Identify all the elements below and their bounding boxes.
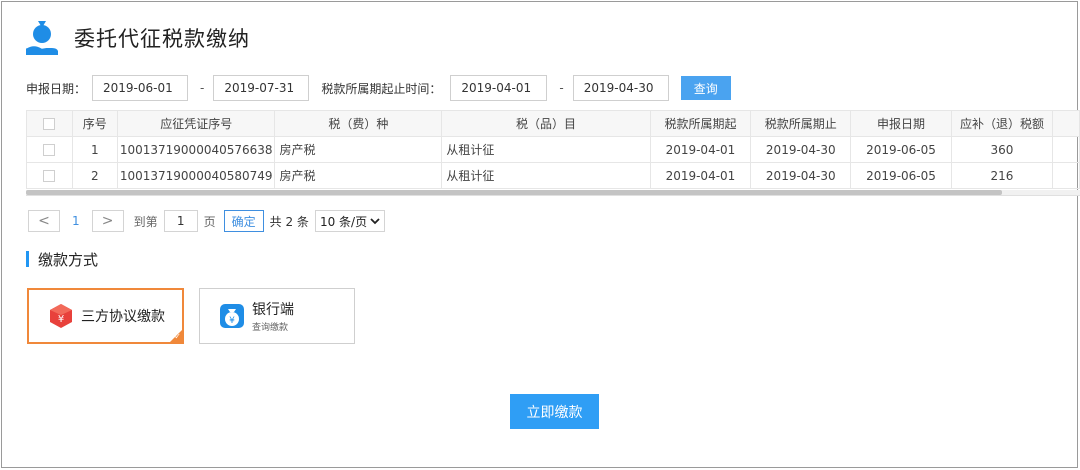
period-to-input[interactable]: 2019-04-30 [572,75,669,101]
page-size-value: 10 条/页 [319,214,368,229]
bank-option-text: 银行端 查询缴款 [252,299,294,333]
cell-tax-type: 房产税 [274,162,443,189]
row-select-cell[interactable] [26,136,73,163]
scrollbar-thumb[interactable] [26,190,1002,195]
cell-period-end: 2019-04-30 [750,136,852,163]
svg-text:¥: ¥ [58,314,64,325]
report-date-label: 申报日期： [26,81,87,96]
date-separator: - [200,81,205,95]
chevron-down-icon [370,218,380,225]
filter-bar: 申报日期： 2019-06-01 - 2019-07-31 税款所属期起止时间：… [26,75,731,101]
yuan-bag-icon: ¥ [220,304,244,328]
payment-option-tripartite[interactable]: ¥ 三方协议缴款 ✓ [27,288,184,344]
col-header [1052,110,1080,137]
col-header: 税（品）目 [441,110,651,137]
money-bag-hand-icon [25,21,58,55]
table-row[interactable]: 2 10013719000040580749 房产税 从租计征 2019-04-… [26,162,1080,189]
page-unit-label: 页 [203,214,216,229]
cell-amount: 360 [950,136,1054,163]
pay-now-button[interactable]: 立即缴款 [510,394,599,429]
table-horizontal-scrollbar[interactable] [26,190,1080,195]
cell-period-end: 2019-04-30 [750,162,852,189]
cell-amount: 216 [950,162,1054,189]
svg-text:¥: ¥ [229,316,235,326]
col-header: 申报日期 [850,110,952,137]
cell-tax-type: 房产税 [274,136,443,163]
current-page-number[interactable]: 1 [72,214,80,228]
yuan-box-icon: ¥ [50,304,72,328]
goto-confirm-button[interactable]: 确定 [223,210,264,232]
page-title: 委托代征税款缴纳 [74,27,250,51]
prev-page-button[interactable]: < [28,210,60,232]
pagination: < 1 > 到第 1 页 确定 共 2 条 10 条/页 [28,209,386,233]
select-all-cell[interactable] [26,110,73,137]
payment-section-title: 缴款方式 [26,249,98,269]
query-button[interactable]: 查询 [680,76,731,100]
payment-option-label: 银行端 [252,302,294,318]
col-header: 税款所属期起 [649,110,752,137]
total-count: 共 2 条 [269,214,309,229]
payment-option-sublabel: 查询缴款 [252,323,289,333]
page-size-select[interactable]: 10 条/页 [314,210,386,232]
cell-period-start: 2019-04-01 [649,162,752,189]
tax-table: 序号 应征凭证序号 税（费）种 税（品）目 税款所属期起 税款所属期止 申报日期… [26,110,1080,196]
page-header: 委托代征税款缴纳 [24,16,250,60]
table-row[interactable]: 1 10013719000040576638 房产税 从租计征 2019-04-… [26,136,1080,163]
section-accent-bar [26,251,29,267]
col-header: 序号 [71,110,118,137]
cell-voucher-no: 10013719000040580749 [116,162,276,189]
col-header: 应征凭证序号 [116,110,276,137]
period-label: 税款所属期起止时间： [321,81,442,96]
cell-extra [1052,162,1080,189]
next-page-button[interactable]: > [91,210,124,232]
report-date-from-input[interactable]: 2019-06-01 [92,75,189,101]
cell-index: 1 [71,136,118,163]
select-all-checkbox[interactable] [43,118,56,130]
col-header: 应补（退）税额 [950,110,1054,137]
cell-voucher-no: 10013719000040576638 [116,136,276,163]
report-date-to-input[interactable]: 2019-07-31 [213,75,310,101]
period-from-input[interactable]: 2019-04-01 [450,75,548,101]
check-icon: ✓ [174,332,181,341]
cell-report-date: 2019-06-05 [850,136,952,163]
col-header: 税（费）种 [274,110,443,137]
period-separator: - [559,81,564,95]
goto-page-input[interactable]: 1 [163,210,198,232]
col-header: 税款所属期止 [750,110,852,137]
cell-report-date: 2019-06-05 [850,162,952,189]
row-select-cell[interactable] [26,162,73,189]
goto-label: 到第 [133,214,158,229]
cell-index: 2 [71,162,118,189]
cell-tax-item: 从租计征 [441,162,651,189]
cell-tax-item: 从租计征 [441,136,651,163]
row-checkbox[interactable] [43,170,56,182]
window-frame: 委托代征税款缴纳 申报日期： 2019-06-01 - 2019-07-31 税… [1,1,1080,468]
cell-period-start: 2019-04-01 [649,136,752,163]
payment-section-label: 缴款方式 [38,250,99,269]
payment-option-bank[interactable]: ¥ 银行端 查询缴款 [199,288,355,344]
table-header-row: 序号 应征凭证序号 税（费）种 税（品）目 税款所属期起 税款所属期止 申报日期… [26,110,1080,137]
cell-extra [1052,136,1080,163]
payment-option-label: 三方协议缴款 [81,309,165,325]
row-checkbox[interactable] [43,144,56,156]
